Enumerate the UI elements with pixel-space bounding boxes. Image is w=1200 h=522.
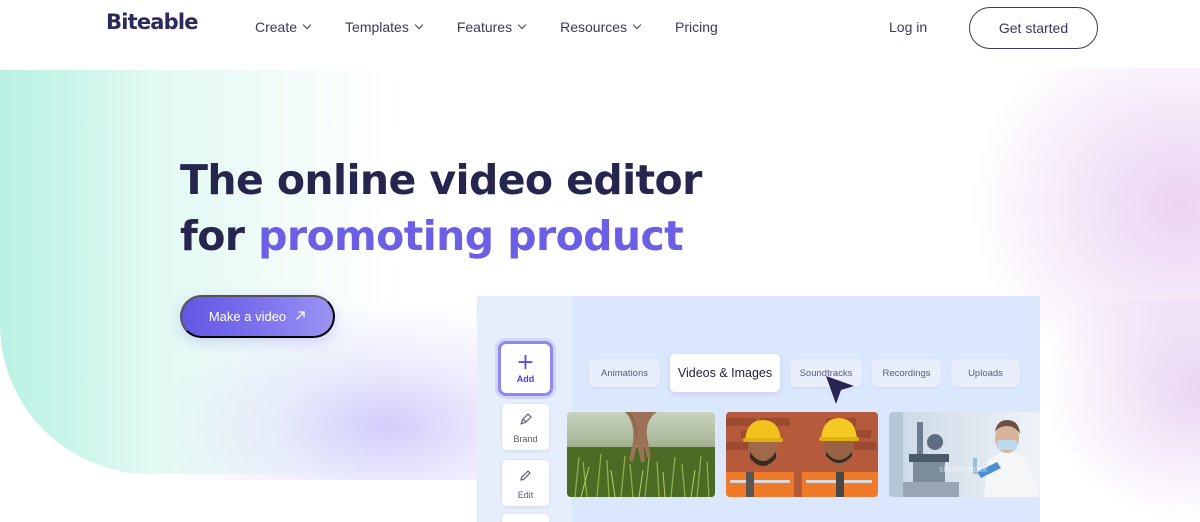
hero-title-line-1: The online video editor — [180, 156, 702, 204]
nav-item-label: Features — [456, 19, 513, 35]
chevron-down-icon — [302, 20, 312, 30]
lab-scientist-image: shutterstock — [889, 412, 1040, 497]
tab-animations[interactable]: Animations — [589, 359, 660, 387]
nav-item-label: Templates — [345, 19, 409, 35]
nav-item-pricing[interactable]: Pricing — [675, 19, 718, 35]
get-started-button[interactable]: Get started — [969, 7, 1098, 49]
media-thumbnail-workers[interactable] — [726, 412, 878, 497]
chevron-down-icon — [414, 20, 424, 30]
make-a-video-button[interactable]: Make a video — [180, 295, 335, 338]
add-tool-button[interactable]: + Add — [498, 341, 553, 396]
hero-title: The online video editor for promoting pr… — [180, 152, 702, 264]
tool-label: Edit — [517, 489, 534, 500]
svg-text:shutterstock: shutterstock — [939, 464, 988, 474]
mouse-cursor-icon — [826, 376, 854, 404]
hero-title-line-2: for promoting product — [180, 208, 702, 264]
chevron-down-icon — [517, 20, 527, 30]
login-link[interactable]: Log in — [889, 19, 927, 35]
hand-grass-image — [567, 412, 715, 497]
pencil-icon — [519, 467, 532, 486]
media-tabs: Animations Videos & Images Soundtracks R… — [589, 354, 1030, 392]
tab-uploads[interactable]: Uploads — [951, 359, 1020, 387]
tool-label: Brand — [513, 433, 538, 444]
nav-item-resources[interactable]: Resources — [560, 19, 642, 35]
chevron-down-icon — [632, 20, 642, 30]
brush-icon — [519, 411, 533, 430]
edit-tool-button[interactable]: Edit — [502, 460, 549, 506]
hero-pink-glow-right — [1040, 300, 1200, 522]
main-nav: Create Templates Features Resources Pric… — [255, 19, 753, 35]
nav-item-label: Create — [255, 19, 298, 35]
nav-item-label: Resources — [560, 19, 628, 35]
brand-tool-button[interactable]: Brand — [502, 404, 549, 450]
media-thumbnail-grass[interactable] — [567, 412, 715, 497]
site-header: Biteable Create Templates Features Resou… — [0, 0, 1200, 56]
make-a-video-label: Make a video — [208, 309, 287, 324]
arrow-up-right-icon — [295, 309, 306, 324]
hero-title-accent: promoting product — [258, 212, 684, 260]
tab-recordings[interactable]: Recordings — [872, 359, 941, 387]
nav-item-templates[interactable]: Templates — [345, 19, 424, 35]
nav-item-label: Pricing — [675, 19, 718, 35]
more-tool-button[interactable] — [502, 514, 549, 522]
media-thumbnail-lab[interactable]: shutterstock — [889, 412, 1040, 497]
nav-item-features[interactable]: Features — [456, 19, 527, 35]
biteable-logo[interactable]: Biteable — [106, 10, 199, 34]
tab-videos-images[interactable]: Videos & Images — [670, 354, 780, 392]
editor-preview: + Add Brand Edit Animations Videos & Ima… — [477, 296, 1040, 522]
plus-icon: + — [516, 349, 535, 375]
nav-item-create[interactable]: Create — [255, 19, 312, 35]
construction-workers-image — [726, 412, 878, 497]
tool-label: Add — [516, 373, 535, 384]
hero-title-prefix: for — [180, 212, 259, 260]
